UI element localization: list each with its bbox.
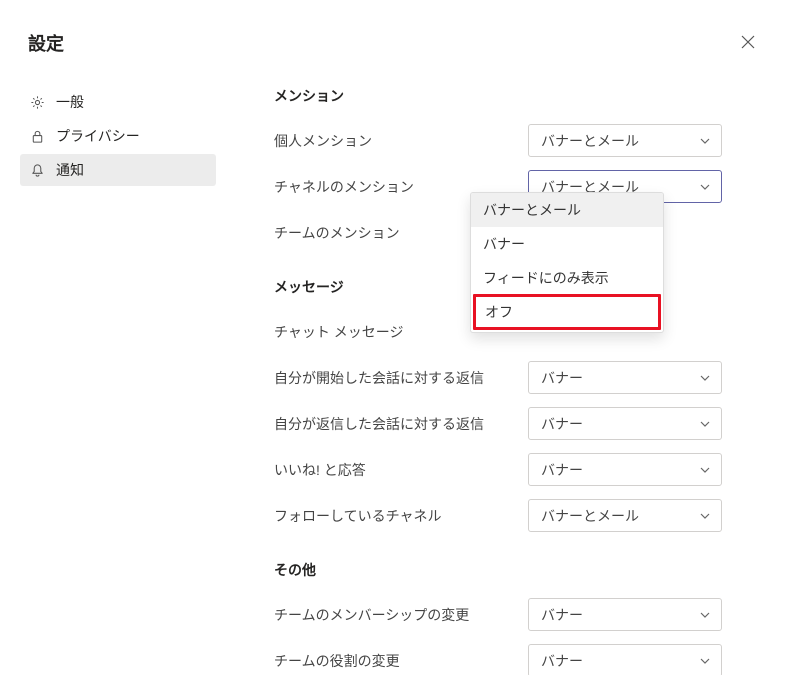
- row-reply-started: 自分が開始した会話に対する返信 バナー: [274, 361, 764, 394]
- row-membership-change: チームのメンバーシップの変更 バナー: [274, 598, 764, 631]
- select-reply-replied[interactable]: バナー: [528, 407, 722, 440]
- row-label: チームの役割の変更: [274, 651, 528, 671]
- select-value: バナーとメール: [541, 131, 693, 151]
- row-label: フォローしているチャネル: [274, 506, 528, 526]
- bell-icon: [28, 161, 46, 179]
- row-label: いいね! と応答: [274, 460, 528, 480]
- page-title: 設定: [28, 30, 764, 56]
- select-value: バナー: [541, 651, 693, 671]
- gear-icon: [28, 93, 46, 111]
- sidebar-item-general[interactable]: 一般: [20, 86, 216, 118]
- settings-main-panel: メンション 個人メンション バナーとメール チャネルのメンション バナーとメール: [216, 86, 764, 675]
- select-value: バナー: [541, 605, 693, 625]
- chevron-down-icon: [699, 372, 711, 384]
- select-value: バナー: [541, 368, 693, 388]
- close-icon: [741, 35, 755, 49]
- chevron-down-icon: [699, 609, 711, 621]
- select-followed-channel[interactable]: バナーとメール: [528, 499, 722, 532]
- row-followed-channel: フォローしているチャネル バナーとメール: [274, 499, 764, 532]
- row-reply-replied: 自分が返信した会話に対する返信 バナー: [274, 407, 764, 440]
- select-value: バナー: [541, 414, 693, 434]
- dropdown-item-feed-only[interactable]: フィードにのみ表示: [471, 261, 663, 295]
- section-other: その他 チームのメンバーシップの変更 バナー チームの役割の変更 バナー: [274, 560, 764, 675]
- lock-icon: [28, 127, 46, 145]
- select-reply-started[interactable]: バナー: [528, 361, 722, 394]
- row-role-change: チームの役割の変更 バナー: [274, 644, 764, 675]
- dropdown-item-banner[interactable]: バナー: [471, 227, 663, 261]
- sidebar-item-label: 一般: [56, 92, 84, 112]
- dropdown-item-banner-and-mail[interactable]: バナーとメール: [471, 193, 663, 227]
- sidebar-item-label: プライバシー: [56, 126, 140, 146]
- settings-dialog: 設定 一般 プライバシー 通知: [0, 0, 794, 675]
- chevron-down-icon: [699, 464, 711, 476]
- row-likes: いいね! と応答 バナー: [274, 453, 764, 486]
- select-likes[interactable]: バナー: [528, 453, 722, 486]
- row-label: 個人メンション: [274, 131, 528, 151]
- select-personal-mention[interactable]: バナーとメール: [528, 124, 722, 157]
- sidebar-item-label: 通知: [56, 160, 84, 180]
- select-value: バナーとメール: [541, 506, 693, 526]
- row-label: チームのメンバーシップの変更: [274, 605, 528, 625]
- chevron-down-icon: [699, 135, 711, 147]
- sidebar-item-notifications[interactable]: 通知: [20, 154, 216, 186]
- row-label: 自分が返信した会話に対する返信: [274, 414, 528, 434]
- section-header: その他: [274, 560, 764, 580]
- close-button[interactable]: [740, 34, 756, 50]
- section-header: メンション: [274, 86, 764, 106]
- chevron-down-icon: [699, 418, 711, 430]
- select-value: バナー: [541, 460, 693, 480]
- row-label: 自分が開始した会話に対する返信: [274, 368, 528, 388]
- chevron-down-icon: [699, 181, 711, 193]
- settings-sidebar: 一般 プライバシー 通知: [20, 86, 216, 675]
- chevron-down-icon: [699, 655, 711, 667]
- sidebar-item-privacy[interactable]: プライバシー: [20, 120, 216, 152]
- dropdown-item-off[interactable]: オフ: [473, 294, 661, 330]
- select-membership-change[interactable]: バナー: [528, 598, 722, 631]
- chevron-down-icon: [699, 510, 711, 522]
- row-personal-mention: 個人メンション バナーとメール: [274, 124, 764, 157]
- dropdown-channel-mention: バナーとメール バナー フィードにのみ表示 オフ: [470, 192, 664, 333]
- select-role-change[interactable]: バナー: [528, 644, 722, 675]
